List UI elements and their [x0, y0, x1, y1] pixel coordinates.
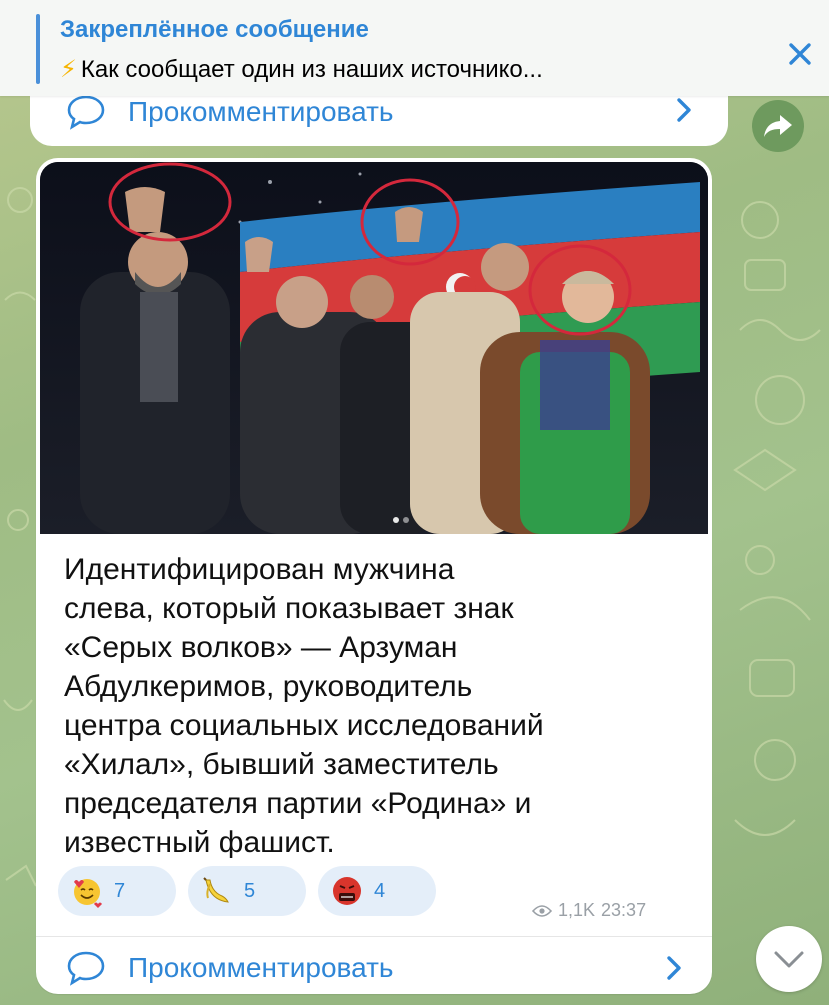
- chevron-right-icon: [667, 956, 681, 980]
- eye-icon: [532, 904, 552, 917]
- reaction-count: 5: [244, 879, 256, 902]
- reaction-angry-symbols[interactable]: 4: [318, 866, 436, 916]
- view-count: 1,1K: [558, 900, 596, 920]
- reaction-smiling-hearts[interactable]: 7: [58, 866, 176, 916]
- pinned-preview: ⚡ Как сообщает один из наших источнико...: [60, 55, 760, 84]
- pinned-accent-line: [36, 14, 40, 84]
- pinned-preview-text: Как сообщает один из наших источнико...: [80, 56, 543, 83]
- message-time: 23:37: [601, 900, 647, 920]
- reaction-count: 7: [114, 879, 126, 902]
- comment-label: Прокомментировать: [128, 952, 394, 983]
- lightning-icon: ⚡: [60, 56, 77, 83]
- face-with-symbols-on-mouth-icon: [333, 877, 361, 905]
- pinned-message-bar[interactable]: Закреплённое сообщение ⚡ Как сообщает оди…: [0, 0, 829, 96]
- chevron-right-icon: [677, 98, 691, 122]
- reactions-row: 7 5 4: [58, 866, 436, 916]
- comment-bubble-icon: [67, 951, 105, 986]
- photo-content: [40, 162, 708, 534]
- comment-divider: [36, 936, 712, 937]
- pinned-title: Закреплённое сообщение: [60, 16, 369, 43]
- message-photo[interactable]: [40, 162, 708, 534]
- share-arrow-icon: [764, 115, 792, 137]
- comment-bubble-icon: [67, 95, 105, 130]
- message-text: Идентифицирован мужчина слева, который п…: [64, 553, 544, 859]
- smiling-face-with-hearts-icon: [74, 879, 102, 908]
- banana-icon: [203, 877, 229, 903]
- message-meta: 1,1K 23:37: [532, 900, 646, 921]
- chevron-down-icon: [774, 951, 804, 968]
- close-icon[interactable]: [784, 38, 816, 70]
- reaction-count: 4: [374, 879, 386, 902]
- comment-label: Прокомментировать: [128, 96, 394, 127]
- message-bubble: Идентифицирован мужчина слева, который п…: [36, 158, 712, 994]
- reaction-banana[interactable]: 5: [188, 866, 306, 916]
- share-button[interactable]: [752, 100, 804, 152]
- scroll-down-button[interactable]: [756, 926, 822, 992]
- comment-button-bottom[interactable]: Прокомментировать: [66, 950, 696, 986]
